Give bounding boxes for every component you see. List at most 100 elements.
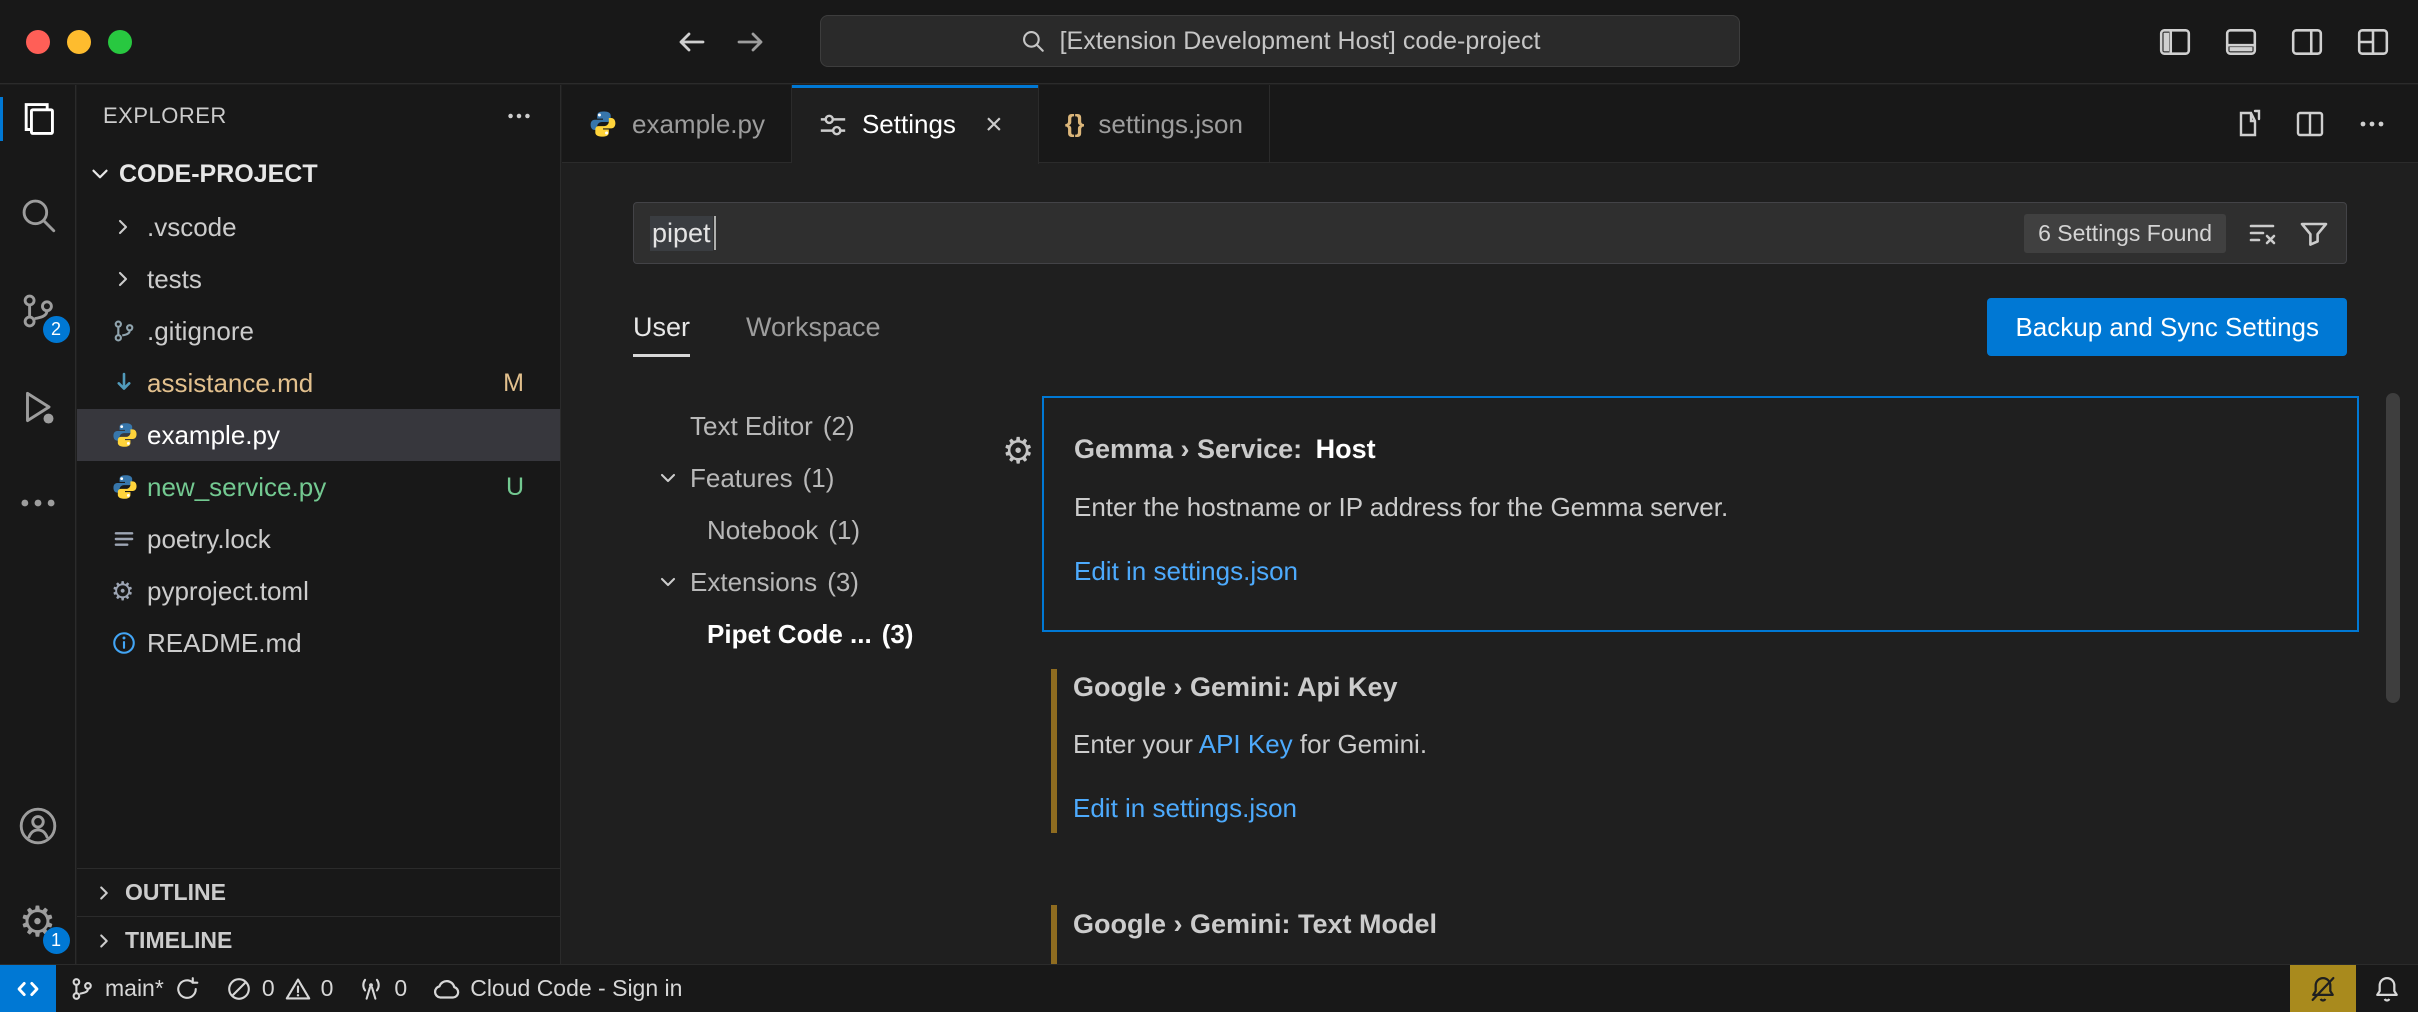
settings-found-badge: 6 Settings Found xyxy=(2024,214,2226,253)
search-view-icon[interactable] xyxy=(0,187,76,243)
chevron-right-icon xyxy=(111,267,147,291)
close-tab-icon[interactable]: × xyxy=(976,107,1012,143)
command-center-label: [Extension Development Host] code-projec… xyxy=(1060,27,1541,56)
setting-row-gemma-service-host[interactable]: Gemma › Service: Host Enter the hostname… xyxy=(1042,396,2359,632)
source-control-badge: 2 xyxy=(43,316,70,343)
scrollbar-thumb[interactable] xyxy=(2386,393,2400,703)
explorer-more-actions-icon[interactable] xyxy=(504,101,534,131)
toggle-primary-sidebar-icon[interactable] xyxy=(2158,25,2192,59)
chevron-right-icon xyxy=(93,882,115,904)
go-forward-icon[interactable] xyxy=(734,26,766,58)
api-key-link[interactable]: API Key xyxy=(1199,729,1293,759)
cloud-code-status-item[interactable]: Cloud Code - Sign in xyxy=(419,965,694,1012)
sync-icon xyxy=(173,975,201,1003)
settings-search-input[interactable]: pipet 6 Settings Found xyxy=(633,202,2347,264)
chevron-down-icon xyxy=(656,466,690,490)
python-icon xyxy=(588,109,618,139)
customize-layout-icon[interactable] xyxy=(2356,25,2390,59)
settings-toc: Text Editor (2) Features (1) Notebook (1… xyxy=(633,400,1023,660)
tree-item-pyproject-toml[interactable]: ⚙ pyproject.toml xyxy=(77,565,560,617)
warnings-icon xyxy=(284,975,312,1003)
close-window-button[interactable] xyxy=(26,30,50,54)
info-icon xyxy=(111,630,147,656)
tree-item-poetry-lock[interactable]: poetry.lock xyxy=(77,513,560,565)
radio-tower-icon xyxy=(357,975,385,1003)
scope-tab-user[interactable]: User xyxy=(633,312,690,343)
explorer-view-icon[interactable] xyxy=(0,91,76,147)
minimize-window-button[interactable] xyxy=(67,30,91,54)
setting-row-google-gemini-text-model[interactable]: Google › Gemini: Text Model xyxy=(1073,909,1437,940)
branch-status-item[interactable]: main* xyxy=(56,965,213,1012)
tab-example-py[interactable]: example.py xyxy=(562,85,792,163)
toggle-secondary-sidebar-icon[interactable] xyxy=(2290,25,2324,59)
tree-item-gitignore[interactable]: .gitignore xyxy=(77,305,560,357)
modified-setting-indicator xyxy=(1051,905,1057,964)
setting-description: Enter the hostname or IP address for the… xyxy=(1074,492,1728,523)
search-text-selection: pipet xyxy=(650,216,713,251)
outline-section-header[interactable]: OUTLINE xyxy=(77,868,560,916)
search-icon xyxy=(1020,28,1046,54)
modified-setting-indicator xyxy=(1051,669,1057,833)
tree-item-tests[interactable]: tests xyxy=(77,253,560,305)
toc-item-features[interactable]: Features (1) xyxy=(633,452,1023,504)
edit-in-settings-json-link[interactable]: Edit in settings.json xyxy=(1073,793,1297,824)
tab-bar: example.py Settings × {} settings.json xyxy=(562,85,2418,163)
accounts-icon[interactable] xyxy=(0,798,76,854)
tree-item-vscode[interactable]: .vscode xyxy=(77,201,560,253)
errors-icon xyxy=(225,975,253,1003)
text-caret xyxy=(714,216,716,250)
notifications-bell-icon[interactable] xyxy=(2356,965,2418,1012)
toc-item-pipet-code[interactable]: Pipet Code ... (3) xyxy=(633,608,1023,660)
split-editor-icon[interactable] xyxy=(2294,108,2326,140)
manage-gear-icon[interactable]: ⚙ 1 xyxy=(0,894,76,950)
activity-bar: 2 ⚙ 1 xyxy=(0,85,76,964)
tree-item-example-py[interactable]: example.py xyxy=(77,409,560,461)
command-center[interactable]: [Extension Development Host] code-projec… xyxy=(820,15,1740,67)
zoom-window-button[interactable] xyxy=(108,30,132,54)
more-actions-icon[interactable] xyxy=(2356,108,2388,140)
explorer-root-folder[interactable]: CODE-PROJECT xyxy=(77,147,560,201)
clear-search-icon[interactable] xyxy=(2246,217,2278,249)
tree-item-readme-md[interactable]: README.md xyxy=(77,617,560,669)
gear-file-icon: ⚙ xyxy=(111,578,147,604)
scope-tab-workspace[interactable]: Workspace xyxy=(746,312,881,343)
additional-views-icon[interactable] xyxy=(0,475,76,531)
ports-status-item[interactable]: 0 xyxy=(345,965,419,1012)
list-lines-icon xyxy=(111,526,147,552)
toc-item-text-editor[interactable]: Text Editor (2) xyxy=(633,400,1023,452)
python-icon xyxy=(111,473,147,501)
backup-sync-settings-button[interactable]: Backup and Sync Settings xyxy=(1987,298,2347,356)
open-settings-json-icon[interactable] xyxy=(2232,108,2264,140)
editor-group: example.py Settings × {} settings.json xyxy=(562,85,2418,964)
do-not-disturb-status-item[interactable] xyxy=(2290,965,2356,1012)
bell-slash-icon xyxy=(2308,974,2338,1004)
git-status-badge: U xyxy=(506,473,560,502)
tab-settings-json[interactable]: {} settings.json xyxy=(1039,85,1270,163)
explorer-sidebar: EXPLORER CODE-PROJECT .vscode tests .git… xyxy=(77,85,561,964)
filter-icon[interactable] xyxy=(2298,217,2330,249)
branch-icon xyxy=(68,975,96,1003)
chevron-right-icon xyxy=(111,215,147,239)
settings-sliders-icon xyxy=(818,110,848,140)
tree-item-assistance-md[interactable]: assistance.md M xyxy=(77,357,560,409)
toc-item-extensions[interactable]: Extensions (3) xyxy=(633,556,1023,608)
git-status-badge: M xyxy=(503,369,560,398)
timeline-section-header[interactable]: TIMELINE xyxy=(77,916,560,964)
setting-row-google-gemini-api-key[interactable]: Google › Gemini: Api Key xyxy=(1073,672,1398,703)
toggle-panel-icon[interactable] xyxy=(2224,25,2258,59)
problems-status-item[interactable]: 0 0 xyxy=(213,965,346,1012)
remote-indicator[interactable] xyxy=(0,965,56,1012)
edit-in-settings-json-link[interactable]: Edit in settings.json xyxy=(1074,556,1298,587)
toc-item-notebook[interactable]: Notebook (1) xyxy=(633,504,1023,556)
window-controls xyxy=(26,30,132,54)
tab-settings[interactable]: Settings × xyxy=(792,85,1039,164)
tree-item-new-service-py[interactable]: new_service.py U xyxy=(77,461,560,513)
title-bar: [Extension Development Host] code-projec… xyxy=(0,0,2418,84)
status-bar: main* 0 0 0 Cloud Code - Sign in xyxy=(0,964,2418,1012)
setting-actions-gear-icon[interactable]: ⚙ xyxy=(1002,433,1034,469)
source-control-view-icon[interactable]: 2 xyxy=(0,283,76,339)
cloud-icon xyxy=(431,974,461,1004)
go-back-icon[interactable] xyxy=(676,26,708,58)
run-debug-view-icon[interactable] xyxy=(0,379,76,435)
chevron-down-icon xyxy=(656,570,690,594)
